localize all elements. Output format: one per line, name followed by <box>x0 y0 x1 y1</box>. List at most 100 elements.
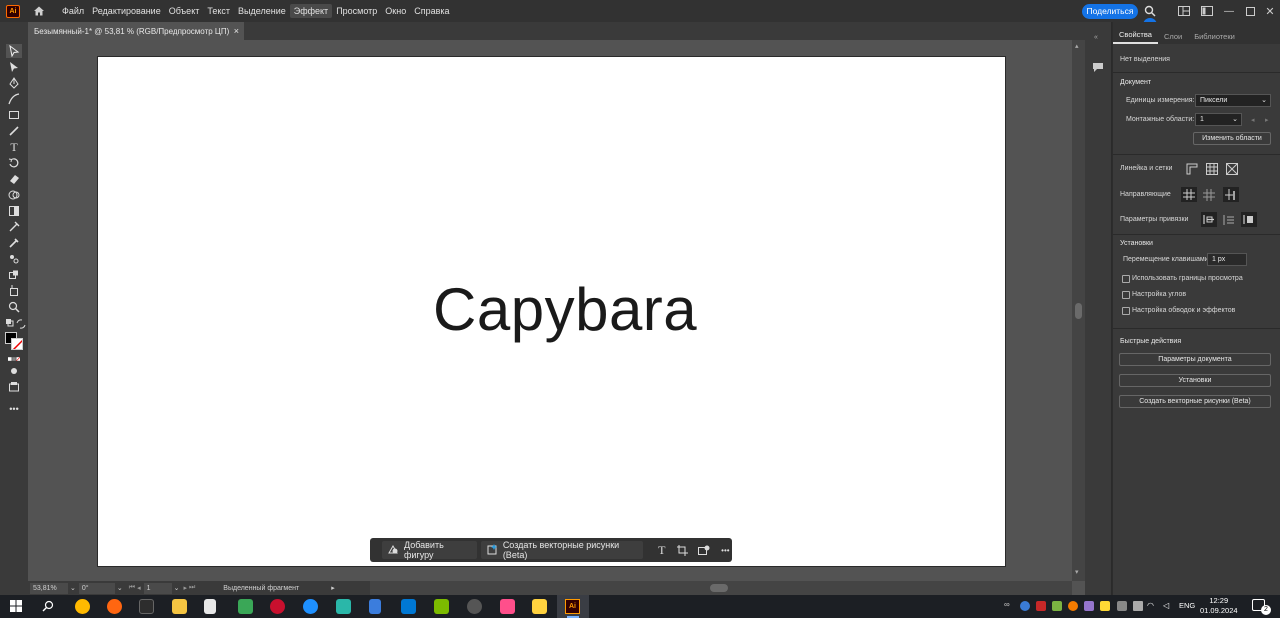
pink-app-icon[interactable] <box>500 599 515 614</box>
artboard[interactable]: Capybara <box>97 56 1006 567</box>
menu-select[interactable]: Выделение <box>234 4 290 18</box>
last-artboard-icon[interactable]: ⏭ <box>189 584 195 592</box>
menu-type[interactable]: Текст <box>203 4 234 18</box>
chrome-like-icon[interactable] <box>532 599 547 614</box>
vscode-icon[interactable] <box>401 599 416 614</box>
mesh-tool-icon[interactable] <box>7 221 21 233</box>
vertical-scroll-thumb[interactable] <box>1075 303 1082 319</box>
red-app-icon[interactable] <box>270 599 285 614</box>
add-shape-button[interactable]: Добавить фигуру <box>382 540 477 560</box>
next-artboard-icon[interactable]: ▸ <box>183 584 187 592</box>
smart-guides-icon[interactable] <box>1223 187 1239 202</box>
media-app-icon[interactable] <box>336 599 351 614</box>
direct-selection-tool-icon[interactable] <box>7 61 21 73</box>
more-options-icon[interactable]: ••• <box>719 543 732 557</box>
paintbrush-tool-icon[interactable] <box>7 125 21 137</box>
yellow-tray-icon[interactable] <box>1100 601 1110 611</box>
artboard-tool-icon[interactable] <box>7 285 21 297</box>
first-artboard-icon[interactable]: ⏮ <box>129 584 135 592</box>
keyboard-increment-input[interactable]: 1 px <box>1207 253 1247 266</box>
expand-panels-icon[interactable]: « <box>1094 34 1098 41</box>
artboard-number-field[interactable]: 1 <box>143 582 172 594</box>
rotation-dropdown-icon[interactable]: ⌄ <box>117 584 123 592</box>
gradient-tool-icon[interactable] <box>7 205 21 217</box>
ruler-icon[interactable] <box>1186 163 1200 175</box>
lock-guides-icon[interactable] <box>1203 189 1217 201</box>
orange-tray-icon[interactable] <box>1068 601 1078 611</box>
puzzle-app-icon[interactable] <box>238 599 253 614</box>
minimize-icon[interactable]: — <box>1222 4 1236 18</box>
rotation-field[interactable]: 0° <box>78 582 115 594</box>
pen-tool-icon[interactable] <box>7 77 21 89</box>
drawing-mode-icon[interactable] <box>7 365 21 377</box>
scroll-down-icon[interactable]: ▾ <box>1075 568 1079 576</box>
type-icon[interactable]: T <box>655 543 668 557</box>
shape-builder-tool-icon[interactable] <box>7 189 21 201</box>
menu-help[interactable]: Справка <box>410 4 453 18</box>
screen-mode-icon[interactable] <box>7 381 21 393</box>
preferences-button[interactable]: Установки <box>1119 374 1271 387</box>
stroke-color-swatch[interactable] <box>11 338 23 350</box>
zoom-tool-icon[interactable] <box>7 301 21 313</box>
taskbar-search-icon[interactable] <box>42 600 54 614</box>
bluetooth-tray-icon[interactable] <box>1020 601 1030 611</box>
gray-tray-icon[interactable] <box>1117 601 1127 611</box>
home-icon[interactable] <box>32 4 46 18</box>
rectangle-tool-icon[interactable] <box>7 109 21 121</box>
menu-view[interactable]: Просмотр <box>332 4 381 18</box>
artboards-select[interactable]: 1 ⌄ <box>1195 113 1242 126</box>
device-tray-icon[interactable] <box>1133 601 1143 611</box>
windows-start-icon[interactable] <box>10 600 22 614</box>
purple-tray-icon[interactable] <box>1084 601 1094 611</box>
maximize-icon[interactable] <box>1243 4 1257 18</box>
link-tray-icon[interactable]: ∞ <box>1004 600 1014 610</box>
grid-icon[interactable] <box>1206 163 1220 175</box>
edit-toolbar-icon[interactable]: ••• <box>7 403 21 415</box>
artboard-dropdown-icon[interactable]: ⌄ <box>174 584 180 592</box>
canvas-area[interactable]: Capybara <box>28 40 1072 581</box>
scale-corners-checkbox[interactable] <box>1122 291 1130 299</box>
volume-icon[interactable]: ◁ <box>1163 601 1173 611</box>
office-app-icon[interactable] <box>434 599 449 614</box>
word-doc-icon[interactable] <box>369 599 381 614</box>
type-tool-icon[interactable]: T <box>7 140 21 154</box>
close-window-icon[interactable]: ✕ <box>1263 4 1277 18</box>
menu-effect[interactable]: Эффект <box>289 4 333 18</box>
use-preview-bounds-checkbox[interactable] <box>1122 275 1130 283</box>
illustrator-taskbar-button[interactable]: Ai <box>557 595 589 618</box>
zoom-dropdown-icon[interactable]: ⌄ <box>70 584 76 592</box>
recolor-icon[interactable] <box>698 543 711 557</box>
close-tab-icon[interactable]: × <box>234 26 239 36</box>
eraser-tool-icon[interactable] <box>7 173 21 185</box>
browser-globe-icon[interactable] <box>303 599 318 614</box>
green-tray-icon[interactable] <box>1052 601 1062 611</box>
artboard-text[interactable]: Capybara <box>433 275 697 344</box>
tab-libraries[interactable]: Библиотеки <box>1188 32 1241 44</box>
share-button[interactable]: Поделиться <box>1082 4 1138 19</box>
status-menu-icon[interactable]: ▸ <box>331 584 335 592</box>
workspace-icon[interactable] <box>1200 4 1214 18</box>
snap-to-point-icon[interactable] <box>1201 212 1217 227</box>
horizontal-scrollbar[interactable] <box>370 581 1072 595</box>
terminal-icon[interactable] <box>139 599 154 614</box>
horizontal-scroll-thumb[interactable] <box>710 584 728 592</box>
language-indicator[interactable]: ENG <box>1179 601 1195 610</box>
scale-strokes-checkbox[interactable] <box>1122 307 1130 315</box>
zoom-level-field[interactable]: 53,81% <box>30 582 68 594</box>
file-explorer-icon[interactable] <box>172 599 187 614</box>
eyedropper-tool-icon[interactable] <box>7 237 21 249</box>
firefox-icon[interactable] <box>107 599 122 614</box>
color-mode-icons[interactable] <box>4 353 24 365</box>
previous-artboard-arrow-icon[interactable]: ◂ <box>1251 116 1255 124</box>
vertical-scrollbar[interactable]: ▴ ▾ <box>1072 40 1085 581</box>
comments-icon[interactable] <box>1092 62 1104 75</box>
blend-tool-icon[interactable] <box>7 253 21 265</box>
create-vector-button[interactable]: Создать векторные рисунки (Beta) <box>480 540 644 560</box>
scroll-up-icon[interactable]: ▴ <box>1075 42 1079 50</box>
transparency-grid-icon[interactable] <box>1225 162 1240 176</box>
next-artboard-arrow-icon[interactable]: ▸ <box>1265 116 1269 124</box>
wifi-icon[interactable]: ◠ <box>1147 601 1157 611</box>
previous-artboard-icon[interactable]: ◂ <box>137 584 141 592</box>
search-app-icon[interactable] <box>75 599 90 614</box>
menu-edit[interactable]: Редактирование <box>88 4 165 18</box>
